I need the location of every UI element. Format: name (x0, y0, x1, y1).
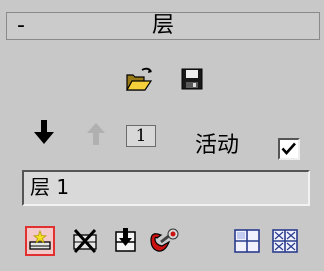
new-layer-button[interactable] (25, 226, 55, 256)
rollout-title: 层 (151, 13, 174, 38)
select-objects-icon (234, 229, 260, 253)
select-all-icon (272, 229, 298, 253)
pick-object-icon (150, 228, 179, 252)
arrow-up-icon (87, 123, 105, 145)
save-file-button[interactable] (180, 67, 204, 91)
active-label: 活动 (195, 133, 240, 158)
merge-down-icon (115, 228, 136, 252)
open-folder-icon (125, 67, 153, 91)
delete-layer-icon (73, 228, 97, 254)
checkmark-icon (281, 142, 296, 155)
select-all-button[interactable] (270, 226, 300, 256)
delete-layer-button[interactable] (70, 226, 100, 256)
move-down-button[interactable] (31, 118, 57, 146)
merge-down-button[interactable] (110, 226, 140, 256)
new-layer-icon (29, 229, 51, 250)
rollout-header[interactable]: - 层 (6, 12, 320, 40)
layer-name-field[interactable]: 层 1 (22, 170, 310, 206)
arrow-down-icon (34, 120, 54, 144)
move-up-button[interactable] (85, 121, 107, 147)
active-checkbox[interactable] (278, 138, 300, 160)
pick-object-button[interactable] (148, 226, 179, 256)
layer-counter: 1 (126, 125, 156, 147)
select-objects-button[interactable] (232, 226, 262, 256)
open-file-button[interactable] (125, 66, 155, 92)
save-disk-icon (181, 68, 203, 90)
layers-panel: - 层 1 活动 层 1 (0, 0, 324, 271)
